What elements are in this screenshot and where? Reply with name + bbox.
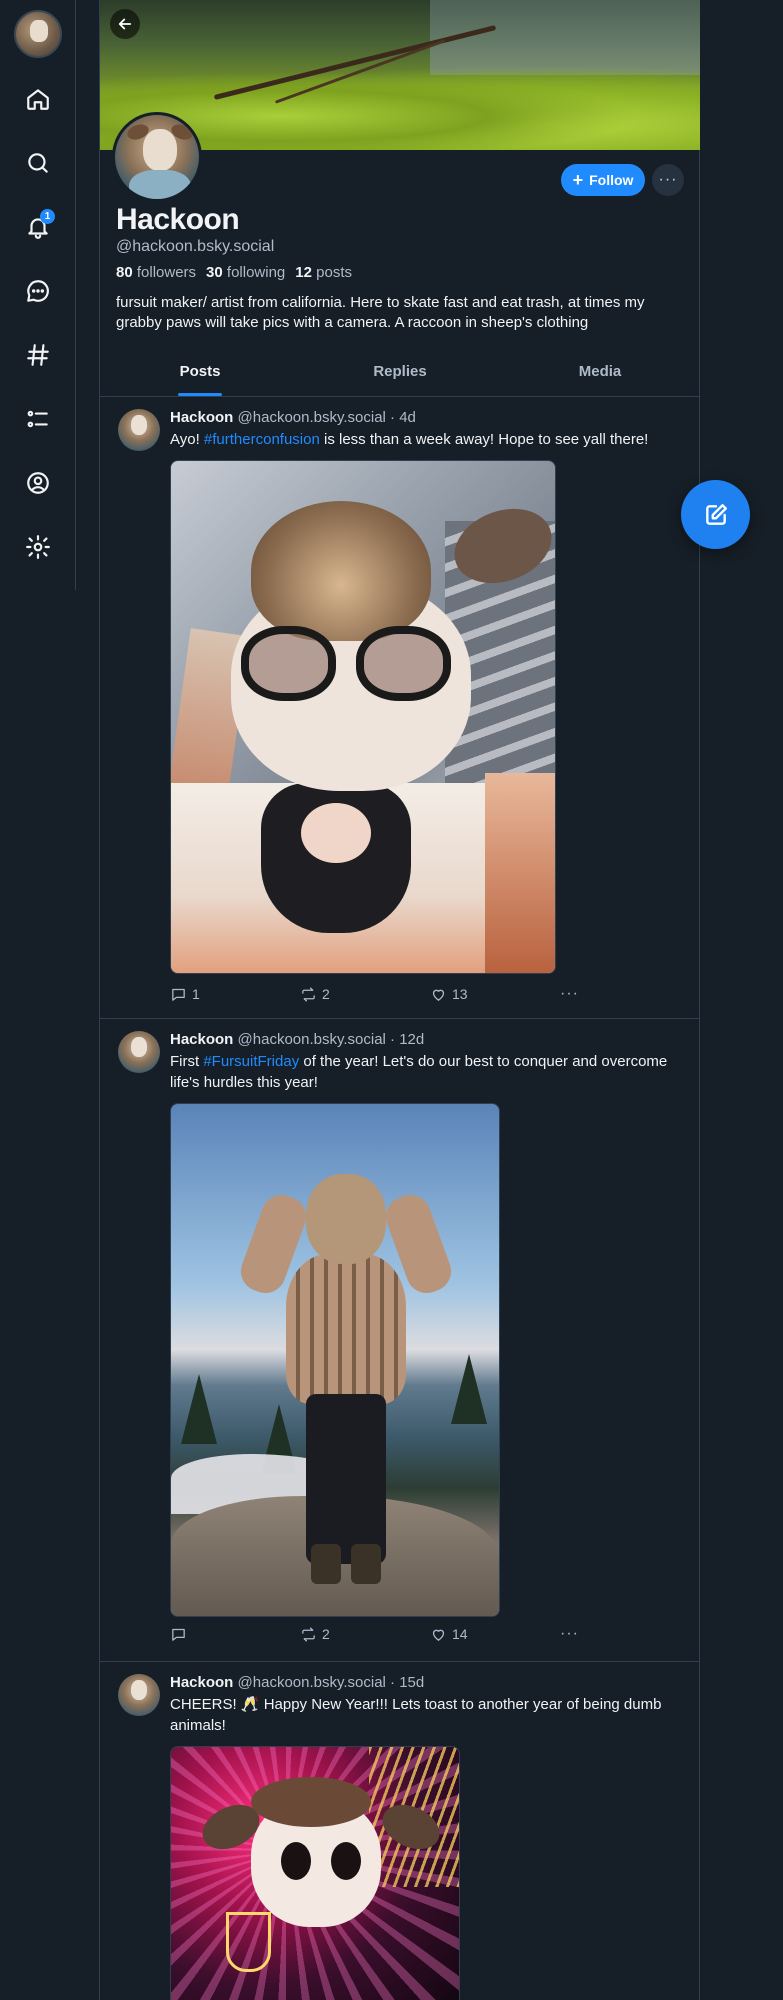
compose-pencil-icon [705, 503, 727, 525]
lists-icon[interactable] [18, 399, 58, 439]
hashtag-link[interactable]: #furtherconfusion [204, 431, 320, 448]
profile-handle: @hackoon.bsky.social [116, 238, 275, 255]
post-author-name[interactable]: Hackoon [170, 1674, 233, 1691]
home-icon[interactable] [18, 79, 58, 119]
post-text: CHEERS! 🥂 Happy New Year!!! Lets toast t… [170, 1696, 662, 1734]
post-author-avatar[interactable] [118, 1674, 160, 1716]
left-navigation-rail: 1 [0, 0, 76, 590]
post-more-icon[interactable]: ··· [560, 985, 579, 1003]
reply-icon [172, 1628, 185, 1641]
post-handle-time: @hackoon.bsky.social · 12d [237, 1031, 425, 1048]
heart-icon [432, 1629, 445, 1641]
profile-display-name: Hackoon [116, 203, 240, 236]
profile-avatar[interactable] [112, 112, 202, 202]
repost-icon [302, 986, 315, 1002]
hashtag-feeds-icon[interactable] [18, 335, 58, 375]
compose-post-button[interactable] [681, 480, 750, 549]
repost-icon [302, 1626, 315, 1642]
hashtag-link[interactable]: #FursuitFriday [203, 1053, 299, 1070]
following-link[interactable]: 30 following [206, 264, 285, 281]
post-author-avatar[interactable] [118, 409, 160, 451]
notifications-bell-icon[interactable]: 1 [18, 207, 58, 247]
post-handle-time: @hackoon.bsky.social · 4d [237, 409, 416, 426]
reply-button[interactable]: 1 [170, 986, 300, 1003]
post-meta: Hackoon @hackoon.bsky.social · 12d [170, 1031, 424, 1048]
profile-icon[interactable] [18, 463, 58, 503]
like-button[interactable]: 14 [430, 1626, 560, 1643]
post-meta: Hackoon @hackoon.bsky.social · 15d [170, 1674, 424, 1691]
post-actions: 1 2 13 ··· [170, 985, 579, 1003]
post-more-icon[interactable]: ··· [560, 1625, 579, 1643]
follow-button[interactable]: + Follow [561, 164, 645, 196]
post-actions: 2 14 ··· [170, 1625, 579, 1643]
tab-posts[interactable]: Posts [100, 353, 300, 396]
repost-button[interactable]: 2 [300, 986, 430, 1003]
profile-stats: 80 followers 30 following 12 posts [116, 264, 352, 281]
followers-link[interactable]: 80 followers [116, 264, 196, 281]
post-image[interactable] [170, 1103, 500, 1617]
reply-button[interactable] [170, 1626, 300, 1643]
follow-label: Follow [589, 172, 634, 188]
post-author-name[interactable]: Hackoon [170, 1031, 233, 1048]
settings-gear-icon[interactable] [18, 527, 58, 567]
posts-count: 12 posts [295, 264, 352, 281]
my-avatar[interactable] [14, 10, 62, 58]
chat-icon[interactable] [18, 271, 58, 311]
repost-button[interactable]: 2 [300, 1626, 430, 1643]
plus-icon: + [572, 170, 584, 190]
feed-post[interactable]: Hackoon @hackoon.bsky.social · 4d Ayo! #… [100, 397, 700, 1019]
search-icon[interactable] [18, 143, 58, 183]
profile-bio: fursuit maker/ artist from california. H… [116, 294, 645, 331]
feed-post[interactable]: Hackoon @hackoon.bsky.social · 12d First… [100, 1019, 700, 1662]
reply-icon [172, 988, 185, 1001]
heart-icon [432, 989, 445, 1001]
more-options-button[interactable]: ··· [652, 164, 684, 196]
post-meta: Hackoon @hackoon.bsky.social · 4d [170, 409, 416, 426]
post-image[interactable] [170, 1746, 460, 2000]
profile-tabs: Posts Replies Media [100, 353, 700, 397]
post-handle-time: @hackoon.bsky.social · 15d [237, 1674, 425, 1691]
profile-main-column: + Follow ··· Hackoon @hackoon.bsky.socia… [99, 0, 700, 2000]
like-button[interactable]: 13 [430, 986, 560, 1003]
post-text: First #FursuitFriday of the year! Let's … [170, 1053, 668, 1091]
back-arrow-icon[interactable] [110, 9, 140, 39]
post-image[interactable] [170, 460, 556, 974]
tab-replies[interactable]: Replies [300, 353, 500, 396]
notification-badge: 1 [40, 209, 55, 224]
post-author-avatar[interactable] [118, 1031, 160, 1073]
post-text: Ayo! #furtherconfusion is less than a we… [170, 431, 649, 448]
tab-media[interactable]: Media [500, 353, 700, 396]
post-author-name[interactable]: Hackoon [170, 409, 233, 426]
feed-post[interactable]: Hackoon @hackoon.bsky.social · 15d CHEER… [100, 1662, 700, 2000]
